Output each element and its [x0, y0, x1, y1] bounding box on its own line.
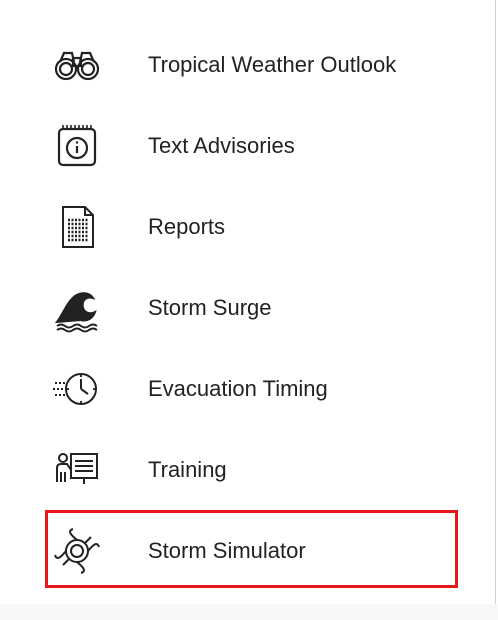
menu-item-label: Tropical Weather Outlook — [148, 51, 397, 77]
menu-item-label: Text Advisories — [148, 132, 295, 158]
menu-item-storm-surge[interactable]: Storm Surge — [52, 267, 482, 348]
menu-item-evacuation-timing[interactable]: Evacuation Timing — [52, 348, 482, 429]
info-notepad-icon — [52, 121, 102, 171]
hurricane-icon — [52, 526, 102, 576]
menu-item-training[interactable]: Training — [52, 429, 482, 510]
menu-item-label: Reports — [148, 213, 226, 239]
clock-icon — [52, 364, 102, 414]
presentation-icon — [52, 445, 102, 495]
navigation-panel: Tropical Weather Outlook Text Advisories — [0, 0, 496, 620]
wave-icon — [52, 283, 102, 333]
menu-item-label: Storm Simulator — [148, 537, 306, 563]
menu-item-text-advisories[interactable]: Text Advisories — [52, 105, 482, 186]
menu-item-label: Evacuation Timing — [148, 375, 328, 401]
bottom-divider — [0, 604, 498, 620]
menu-item-tropical-weather-outlook[interactable]: Tropical Weather Outlook — [52, 24, 482, 105]
menu-item-storm-simulator[interactable]: Storm Simulator — [52, 510, 482, 591]
binoculars-icon — [52, 40, 102, 90]
menu-item-label: Training — [148, 456, 227, 482]
document-icon — [52, 202, 102, 252]
menu-item-reports[interactable]: Reports — [52, 186, 482, 267]
menu-item-label: Storm Surge — [148, 294, 272, 320]
menu-list: Tropical Weather Outlook Text Advisories — [52, 24, 482, 591]
